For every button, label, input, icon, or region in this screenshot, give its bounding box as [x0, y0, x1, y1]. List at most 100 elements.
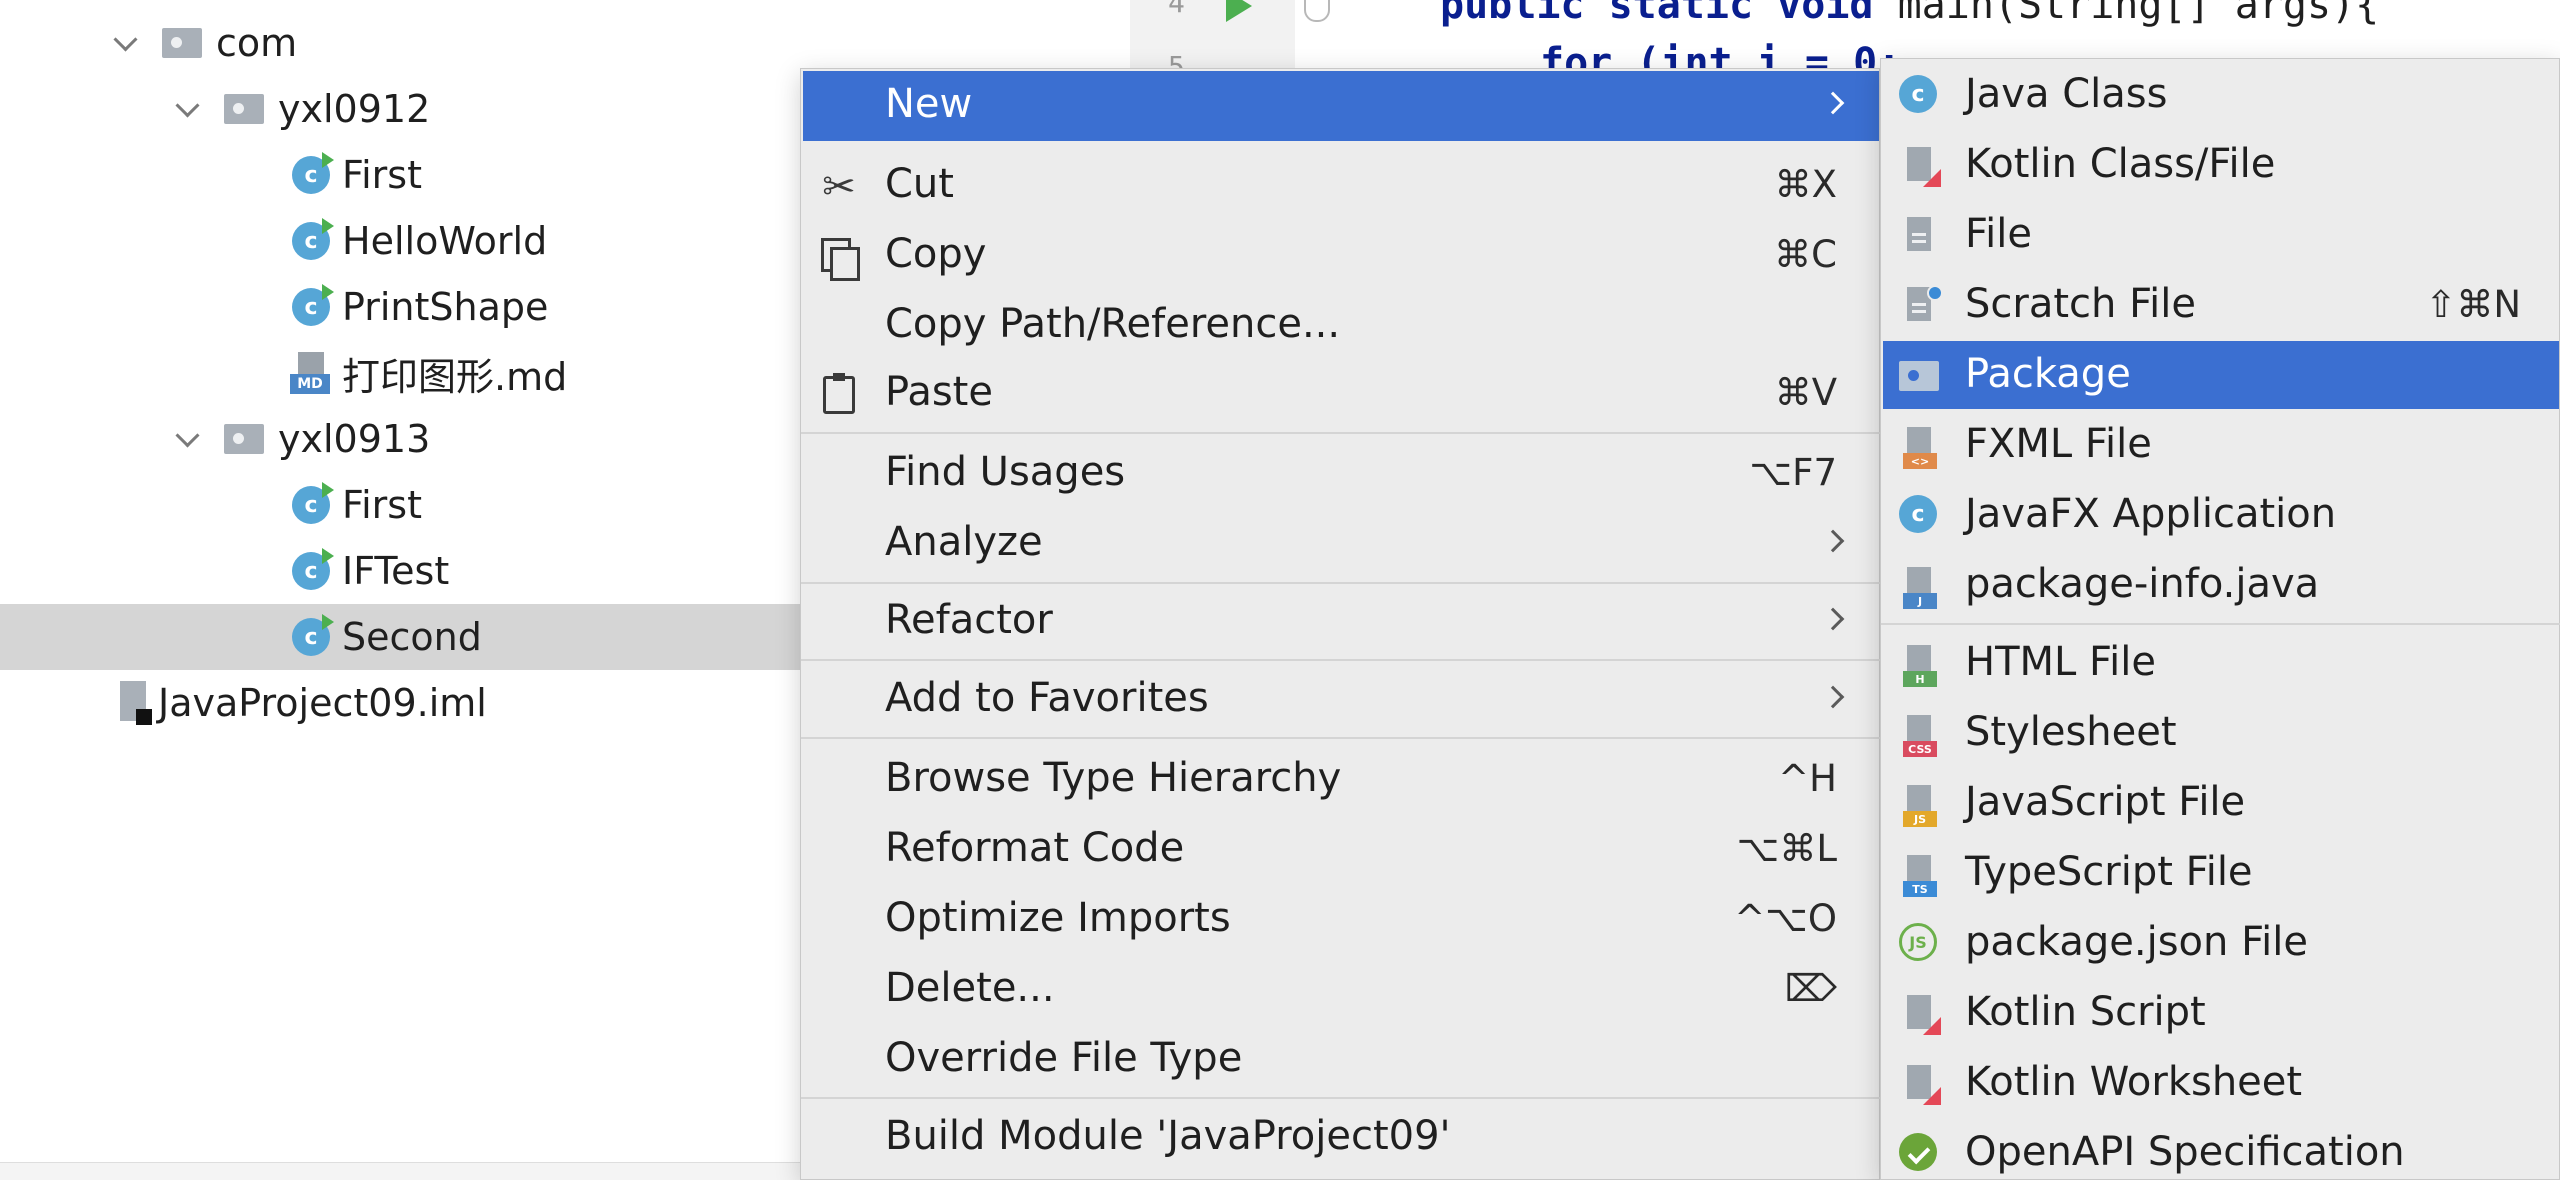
submenu-item-html-file[interactable]: H HTML File — [1883, 629, 2559, 697]
menu-item-build-module[interactable]: Build Module 'JavaProject09' — [803, 1103, 1879, 1173]
menu-item-reformat-code[interactable]: Reformat Code ⌥⌘L — [803, 815, 1879, 885]
menu-item-shortcut: ^⌥O — [1734, 897, 1837, 940]
tree-row[interactable]: MD 打印图形.md — [0, 340, 820, 406]
menu-item-shortcut: ⌘X — [1774, 163, 1837, 206]
menu-item-copy[interactable]: Copy ⌘C — [803, 221, 1879, 291]
chevron-right-icon — [1821, 529, 1845, 553]
package-folder-icon — [224, 424, 264, 454]
menu-item-delete[interactable]: Delete... ⌦ — [803, 955, 1879, 1025]
menu-item-label: Find Usages — [885, 449, 1126, 495]
menu-item-label: Optimize Imports — [885, 895, 1231, 941]
menu-item-shortcut: ⌥⌘L — [1736, 827, 1837, 870]
context-menu: New ✂ Cut ⌘X Copy ⌘C Copy Path/Reference… — [800, 68, 1881, 1180]
copy-icon — [817, 235, 861, 281]
tree-row[interactable]: c HelloWorld — [0, 208, 820, 274]
tree-item-label: PrintShape — [342, 285, 549, 329]
menu-item-add-to-favorites[interactable]: Add to Favorites — [803, 665, 1879, 735]
tree-row[interactable]: c PrintShape — [0, 274, 820, 340]
submenu-item-file[interactable]: File — [1883, 201, 2559, 269]
tree-item-label: yxl0913 — [278, 417, 431, 461]
submenu-item-label: File — [1965, 211, 2032, 257]
new-submenu: c Java Class Kotlin Class/File File Scra… — [1880, 58, 2560, 1180]
submenu-item-package-json[interactable]: JS package.json File — [1883, 909, 2559, 977]
html-file-icon: H — [1899, 643, 1943, 687]
submenu-item-typescript-file[interactable]: TS TypeScript File — [1883, 839, 2559, 907]
tree-row[interactable]: c IFTest — [0, 538, 820, 604]
tree-row[interactable]: JavaProject09.iml — [0, 670, 820, 736]
editor-gutter — [1130, 0, 1295, 70]
code-keywords: public static void — [1440, 0, 1874, 28]
menu-item-browse-type-hierarchy[interactable]: Browse Type Hierarchy ^H — [803, 745, 1879, 815]
tree-item-label: 打印图形.md — [342, 354, 568, 399]
run-gutter-icon[interactable] — [1226, 0, 1252, 22]
submenu-item-javafx-application[interactable]: c JavaFX Application — [1883, 481, 2559, 549]
tree-row[interactable]: yxl0912 — [0, 76, 820, 142]
submenu-item-openapi-specification[interactable]: OpenAPI Specification — [1883, 1119, 2559, 1180]
menu-separator — [801, 659, 1881, 661]
package-info-icon: J — [1899, 565, 1943, 609]
chevron-right-icon — [1821, 607, 1845, 631]
menu-item-label: Reformat Code — [885, 825, 1185, 871]
menu-item-label: Paste — [885, 369, 993, 415]
menu-item-new[interactable]: New — [803, 71, 1879, 141]
java-class-icon: c — [292, 548, 334, 590]
menu-item-override-file-type[interactable]: Override File Type — [803, 1025, 1879, 1095]
menu-separator — [1881, 623, 2560, 625]
fold-marker-icon[interactable] — [1304, 0, 1330, 22]
submenu-item-kotlin-worksheet[interactable]: Kotlin Worksheet — [1883, 1049, 2559, 1117]
menu-item-shortcut: ⌘C — [1774, 233, 1837, 276]
menu-item-label: Override File Type — [885, 1035, 1243, 1081]
submenu-item-kotlin-class[interactable]: Kotlin Class/File — [1883, 131, 2559, 199]
menu-item-paste[interactable]: Paste ⌘V — [803, 359, 1879, 429]
tree-item-label: First — [342, 153, 422, 197]
menu-separator — [801, 432, 1881, 434]
submenu-item-label: TypeScript File — [1965, 849, 2253, 895]
kotlin-file-icon — [1899, 145, 1943, 189]
chevron-down-icon[interactable] — [174, 425, 202, 453]
menu-item-cut[interactable]: ✂ Cut ⌘X — [803, 151, 1879, 221]
submenu-item-kotlin-script[interactable]: Kotlin Script — [1883, 979, 2559, 1047]
tree-row[interactable]: yxl0913 — [0, 406, 820, 472]
menu-item-label: Build Module 'JavaProject09' — [885, 1113, 1451, 1159]
css-file-icon: CSS — [1899, 713, 1943, 757]
package-folder-icon — [162, 28, 202, 58]
menu-item-find-usages[interactable]: Find Usages ⌥F7 — [803, 439, 1879, 509]
submenu-item-label: HTML File — [1965, 639, 2156, 685]
submenu-item-label: JavaScript File — [1965, 779, 2246, 825]
java-class-icon: c — [292, 614, 334, 656]
submenu-item-package-info[interactable]: J package-info.java — [1883, 551, 2559, 619]
tree-row[interactable]: c First — [0, 472, 820, 538]
menu-item-analyze[interactable]: Analyze — [803, 509, 1879, 579]
menu-item-shortcut: ⌘V — [1774, 371, 1837, 414]
tree-row-selected[interactable]: c Second — [0, 604, 820, 670]
tree-row[interactable]: c First — [0, 142, 820, 208]
menu-item-label: Browse Type Hierarchy — [885, 755, 1342, 801]
menu-item-optimize-imports[interactable]: Optimize Imports ^⌥O — [803, 885, 1879, 955]
menu-item-copy-path[interactable]: Copy Path/Reference... — [803, 291, 1879, 361]
java-class-icon: c — [1899, 75, 1943, 119]
tree-row[interactable]: com — [0, 10, 820, 76]
markdown-file-icon: MD — [290, 352, 330, 394]
file-icon — [1899, 215, 1943, 259]
submenu-item-java-class[interactable]: c Java Class — [1883, 61, 2559, 129]
chevron-down-icon[interactable] — [112, 29, 140, 57]
menu-item-label: New — [885, 81, 973, 127]
submenu-item-scratch-file[interactable]: Scratch File ⇧⌘N — [1883, 271, 2559, 339]
submenu-item-javascript-file[interactable]: JS JavaScript File — [1883, 769, 2559, 837]
tool-window-bottom-bar — [0, 1162, 800, 1180]
tree-item-label: First — [342, 483, 422, 527]
module-file-icon — [118, 681, 152, 725]
submenu-item-package[interactable]: Package — [1883, 341, 2559, 409]
chevron-down-icon[interactable] — [174, 95, 202, 123]
submenu-item-stylesheet[interactable]: CSS Stylesheet — [1883, 699, 2559, 767]
menu-item-shortcut: ⌦ — [1784, 967, 1837, 1010]
submenu-item-label: OpenAPI Specification — [1965, 1129, 2405, 1175]
menu-item-label: Delete... — [885, 965, 1055, 1011]
submenu-item-fxml-file[interactable]: <> FXML File — [1883, 411, 2559, 479]
submenu-item-label: Package — [1965, 351, 2131, 397]
tree-item-label: yxl0912 — [278, 87, 431, 131]
openapi-icon — [1899, 1133, 1943, 1177]
submenu-item-label: Stylesheet — [1965, 709, 2177, 755]
chevron-right-icon — [1821, 91, 1845, 115]
menu-item-refactor[interactable]: Refactor — [803, 587, 1879, 657]
